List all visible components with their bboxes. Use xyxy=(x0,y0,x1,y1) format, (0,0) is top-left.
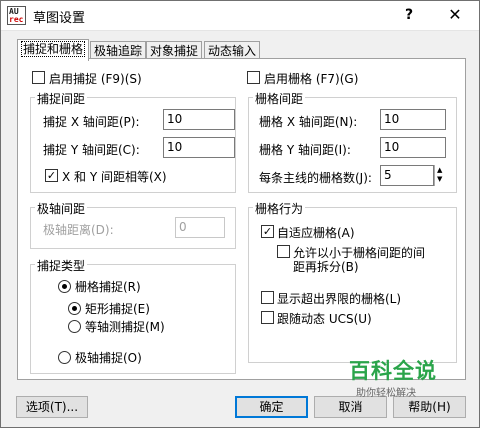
polar-distance-label: 极轴距离(D): xyxy=(43,223,114,237)
major-line-spinner[interactable]: ▲ ▼ xyxy=(434,165,447,186)
adaptive-grid-label: 自适应栅格(A) xyxy=(277,226,355,240)
adaptive-grid-checkbox[interactable]: ✓ xyxy=(261,225,274,238)
watermark-title: 百科全说 xyxy=(349,359,437,383)
enable-grid-label: 启用栅格 (F7)(G) xyxy=(264,72,359,86)
follow-dynamic-ucs-checkbox[interactable] xyxy=(261,311,274,324)
allow-subdivision-checkbox[interactable] xyxy=(277,245,290,258)
major-line-label: 每条主线的栅格数(J): xyxy=(259,171,372,185)
help-button[interactable]: 帮助(H) xyxy=(393,396,466,418)
tab-label: 对象捕捉 xyxy=(150,44,199,58)
spin-down-icon[interactable]: ▼ xyxy=(437,176,442,183)
snap-y-label: 捕捉 Y 轴间距(C): xyxy=(43,143,140,157)
rectangular-snap-radio[interactable] xyxy=(68,302,81,315)
grid-x-spacing-input[interactable]: 10 xyxy=(380,109,446,130)
grid-y-spacing-input[interactable]: 10 xyxy=(380,137,446,158)
cancel-button[interactable]: 取消 xyxy=(314,396,387,418)
grid-spacing-legend: 栅格间距 xyxy=(253,90,306,107)
snap-grid-panel: 启用捕捉 (F9)(S) 捕捉间距 捕捉 X 轴间距(P): 10 捕捉 Y 轴… xyxy=(17,58,466,380)
grid-spacing-group: 栅格间距 栅格 X 轴间距(N): 10 栅格 Y 轴间距(I): 10 每条主… xyxy=(248,90,457,193)
close-icon[interactable]: ✕ xyxy=(443,4,467,26)
polar-spacing-group: 极轴间距 极轴距离(D): 0 xyxy=(30,200,236,249)
grid-snap-radio[interactable] xyxy=(58,280,71,293)
ok-button[interactable]: 确定 xyxy=(235,396,308,418)
tab-snap-and-grid[interactable]: 捕捉和栅格 xyxy=(17,39,90,61)
help-question-icon[interactable]: ? xyxy=(399,5,419,25)
enable-snap-label: 启用捕捉 (F9)(S) xyxy=(49,72,142,86)
follow-dynamic-ucs-label: 跟随动态 UCS(U) xyxy=(277,312,372,326)
polar-snap-radio[interactable] xyxy=(58,351,71,364)
polar-distance-input[interactable]: 0 xyxy=(175,217,225,238)
snap-type-group: 捕捉类型 栅格捕捉(R) 矩形捕捉(E) 等轴测捕捉(M) 极轴捕捉(O) xyxy=(30,257,236,374)
snap-y-spacing-input[interactable]: 10 xyxy=(163,137,235,158)
display-beyond-limits-checkbox[interactable] xyxy=(261,291,274,304)
snap-type-legend: 捕捉类型 xyxy=(35,257,88,274)
equal-xy-spacing-label: X 和 Y 间距相等(X) xyxy=(62,170,167,184)
tab-label: 极轴追踪 xyxy=(94,44,143,58)
tab-label: 捕捉和栅格 xyxy=(21,41,86,57)
autocad-app-icon: AU rec xyxy=(7,6,26,25)
polar-snap-label: 极轴捕捉(O) xyxy=(75,351,142,365)
isometric-snap-radio[interactable] xyxy=(68,320,81,333)
display-beyond-limits-label: 显示超出界限的栅格(L) xyxy=(277,292,402,306)
tab-label: 动态输入 xyxy=(208,44,257,58)
snap-x-spacing-input[interactable]: 10 xyxy=(163,109,235,130)
grid-behavior-group: 栅格行为 ✓ 自适应栅格(A) 允许以小于栅格间距的间 距再拆分(B) 显示超出… xyxy=(248,200,457,363)
watermark-subtitle: 助你轻松解决 xyxy=(356,388,416,399)
rectangular-snap-label: 矩形捕捉(E) xyxy=(85,302,150,316)
title-bar: AU rec 草图设置 ? ✕ xyxy=(1,1,479,31)
equal-xy-spacing-checkbox[interactable]: ✓ xyxy=(45,169,58,182)
snap-spacing-legend: 捕捉间距 xyxy=(35,90,88,107)
grid-snap-label: 栅格捕捉(R) xyxy=(75,280,141,294)
major-line-every-input[interactable]: 5 xyxy=(380,165,434,186)
window-title: 草图设置 xyxy=(33,11,86,26)
snap-spacing-group: 捕捉间距 捕捉 X 轴间距(P): 10 捕捉 Y 轴间距(C): 10 ✓ X… xyxy=(30,90,236,193)
grid-behavior-legend: 栅格行为 xyxy=(253,200,306,217)
polar-spacing-legend: 极轴间距 xyxy=(35,200,88,217)
grid-x-label: 栅格 X 轴间距(N): xyxy=(259,115,358,129)
app-icon-line2: rec xyxy=(9,15,24,24)
isometric-snap-label: 等轴测捕捉(M) xyxy=(85,320,165,334)
options-button[interactable]: 选项(T)... xyxy=(16,396,88,418)
enable-snap-checkbox[interactable] xyxy=(32,71,45,84)
allow-subdivision-label-2: 距再拆分(B) xyxy=(293,260,359,274)
snap-x-label: 捕捉 X 轴间距(P): xyxy=(43,115,140,129)
grid-y-label: 栅格 Y 轴间距(I): xyxy=(259,143,351,157)
drafting-settings-dialog: AU rec 草图设置 ? ✕ 捕捉和栅格 极轴追踪 对象捕捉 动态输入 启用捕… xyxy=(0,0,480,428)
spin-up-icon[interactable]: ▲ xyxy=(437,167,442,174)
enable-grid-checkbox[interactable] xyxy=(247,71,260,84)
